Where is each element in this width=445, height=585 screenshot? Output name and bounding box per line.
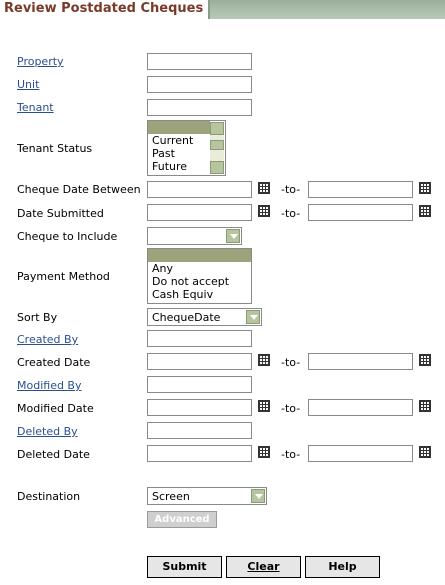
tenant-status-listbox[interactable]: Current Past Future bbox=[147, 120, 226, 176]
cheque-date-between-label: Cheque Date Between bbox=[17, 183, 141, 196]
to-label: -to- bbox=[281, 356, 301, 369]
deleted-by-input[interactable] bbox=[147, 422, 252, 439]
modified-date-to-input[interactable] bbox=[308, 399, 413, 416]
list-item[interactable]: Do not accept bbox=[148, 275, 251, 288]
modified-date-from-input[interactable] bbox=[147, 399, 252, 416]
modified-by-input[interactable] bbox=[147, 376, 252, 393]
tenant-status-scrollbar[interactable] bbox=[210, 122, 224, 174]
date-submitted-label: Date Submitted bbox=[17, 207, 104, 220]
modified-by-link[interactable]: Modified By bbox=[17, 379, 82, 392]
calendar-icon[interactable] bbox=[258, 205, 270, 217]
clear-button-label: Clear bbox=[247, 560, 280, 573]
deleted-by-link[interactable]: Deleted By bbox=[17, 425, 78, 438]
tab-review-postdated-cheques[interactable]: Review Postdated Cheques bbox=[0, 0, 210, 19]
list-item[interactable] bbox=[148, 249, 251, 262]
submit-button[interactable]: Submit bbox=[147, 556, 222, 578]
chevron-down-icon[interactable] bbox=[246, 310, 260, 324]
calendar-icon[interactable] bbox=[258, 182, 270, 194]
sort-by-select[interactable]: ChequeDate bbox=[147, 308, 262, 326]
created-by-input[interactable] bbox=[147, 330, 252, 347]
cheque-to-include-label: Cheque to Include bbox=[17, 230, 118, 243]
list-item[interactable]: Cash Equiv bbox=[148, 288, 251, 301]
cheque-date-from-input[interactable] bbox=[147, 181, 252, 198]
calendar-icon[interactable] bbox=[258, 354, 270, 366]
property-link[interactable]: Property bbox=[17, 55, 64, 68]
destination-label: Destination bbox=[17, 490, 81, 503]
modified-date-label: Modified Date bbox=[17, 402, 94, 415]
cheque-to-include-select[interactable] bbox=[147, 227, 242, 245]
unit-input[interactable] bbox=[147, 76, 252, 93]
to-label: -to- bbox=[281, 183, 301, 196]
unit-link[interactable]: Unit bbox=[17, 78, 39, 91]
advanced-button[interactable]: Advanced bbox=[147, 511, 217, 528]
payment-method-listbox[interactable]: Any Do not accept Cash Equiv bbox=[147, 248, 252, 304]
help-button[interactable]: Help bbox=[305, 556, 380, 578]
payment-method-label: Payment Method bbox=[17, 270, 110, 283]
property-input[interactable] bbox=[147, 53, 252, 70]
created-by-link[interactable]: Created By bbox=[17, 333, 78, 346]
to-label: -to- bbox=[281, 207, 301, 220]
tenant-input[interactable] bbox=[147, 99, 252, 116]
to-label: -to- bbox=[281, 448, 301, 461]
list-item[interactable]: Any bbox=[148, 262, 251, 275]
deleted-date-to-input[interactable] bbox=[308, 445, 413, 462]
scroll-up-icon[interactable] bbox=[210, 122, 224, 135]
created-date-label: Created Date bbox=[17, 356, 91, 369]
to-label: -to- bbox=[281, 402, 301, 415]
cheque-date-to-input[interactable] bbox=[308, 181, 413, 198]
chevron-down-icon[interactable] bbox=[251, 489, 265, 503]
calendar-icon[interactable] bbox=[258, 400, 270, 412]
scroll-down-icon[interactable] bbox=[210, 161, 224, 174]
created-date-from-input[interactable] bbox=[147, 353, 252, 370]
calendar-icon[interactable] bbox=[419, 354, 431, 366]
chevron-down-icon[interactable] bbox=[226, 229, 240, 243]
clear-button[interactable]: Clear bbox=[226, 556, 301, 578]
sort-by-label: Sort By bbox=[17, 311, 58, 324]
calendar-icon[interactable] bbox=[419, 205, 431, 217]
deleted-date-from-input[interactable] bbox=[147, 445, 252, 462]
date-submitted-to-input[interactable] bbox=[308, 204, 413, 221]
sort-by-value: ChequeDate bbox=[152, 311, 221, 324]
deleted-date-label: Deleted Date bbox=[17, 448, 90, 461]
calendar-icon[interactable] bbox=[258, 446, 270, 458]
tab-title: Review Postdated Cheques bbox=[4, 1, 204, 16]
destination-value: Screen bbox=[152, 490, 190, 503]
date-submitted-from-input[interactable] bbox=[147, 204, 252, 221]
calendar-icon[interactable] bbox=[419, 400, 431, 412]
calendar-icon[interactable] bbox=[419, 182, 431, 194]
created-date-to-input[interactable] bbox=[308, 353, 413, 370]
list-item[interactable] bbox=[148, 121, 210, 134]
tenant-status-label: Tenant Status bbox=[17, 142, 93, 155]
destination-select[interactable]: Screen bbox=[147, 487, 267, 505]
scroll-thumb[interactable] bbox=[210, 140, 224, 150]
tenant-link[interactable]: Tenant bbox=[17, 101, 54, 114]
calendar-icon[interactable] bbox=[419, 446, 431, 458]
